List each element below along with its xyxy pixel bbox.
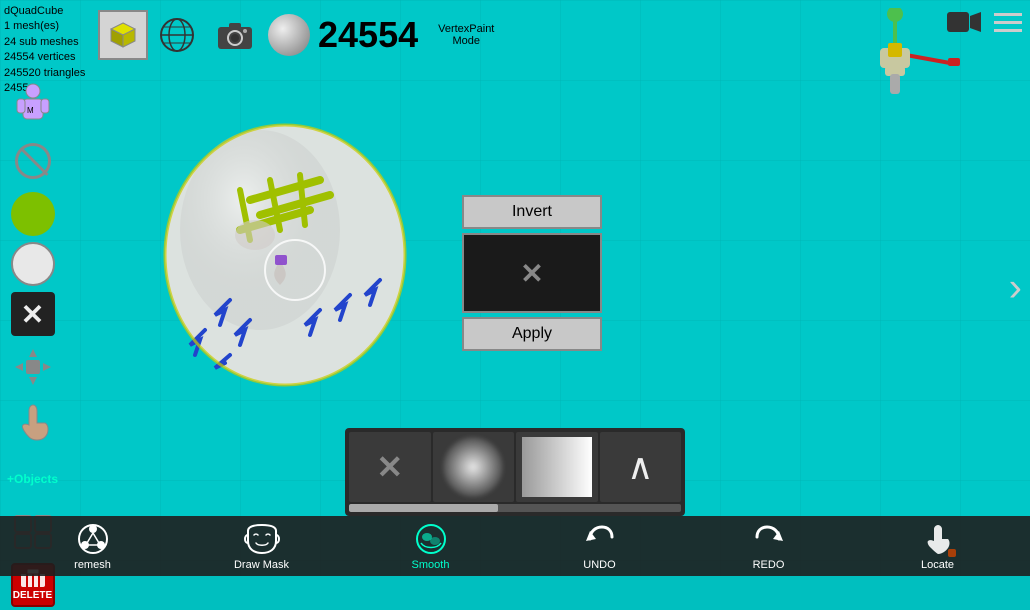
- chevron-up-icon: ∧: [627, 446, 653, 488]
- redo-label: REDO: [753, 559, 785, 571]
- plus-objects-button[interactable]: +Objects: [0, 454, 68, 504]
- gradient-brush-icon: [522, 437, 592, 497]
- redo-button[interactable]: REDO: [739, 521, 799, 571]
- gradient-brush-button[interactable]: [516, 432, 598, 502]
- globe-icon: [157, 15, 197, 55]
- smooth-tool-button[interactable]: Smooth: [401, 521, 461, 571]
- cube-icon-button[interactable]: [98, 10, 148, 60]
- palette-items-row: ✕ ∧: [349, 432, 681, 502]
- undo-icon: [582, 521, 618, 557]
- chevron-right-icon: ›: [1009, 266, 1022, 310]
- undo-button[interactable]: UNDO: [570, 521, 630, 571]
- vertex-count-display: 24554: [318, 14, 418, 56]
- top-right-toolbar: [946, 8, 1022, 36]
- 3d-object: [140, 100, 420, 380]
- x-mark-preview-icon: ✕: [520, 257, 543, 290]
- video-camera-icon: [946, 8, 982, 36]
- brush-palette: ✕ ∧: [345, 428, 685, 516]
- vertex-paint-label: VertexPaint: [438, 23, 494, 35]
- plus-objects-label: +Objects: [7, 472, 58, 486]
- hand-icon-button[interactable]: [8, 398, 58, 448]
- figure-icon-button[interactable]: M: [8, 80, 58, 130]
- palette-progress-bar: [349, 504, 681, 512]
- right-chevron-button[interactable]: ›: [1001, 258, 1030, 319]
- hand-icon: [15, 403, 51, 443]
- 3d-head-svg: [140, 100, 420, 390]
- invert-apply-popup: Invert ✕ Apply: [462, 195, 602, 351]
- draw-mask-tool-button[interactable]: Draw Mask: [232, 521, 292, 571]
- palette-progress-fill: [349, 504, 498, 512]
- hamburger-line: [994, 13, 1022, 16]
- video-camera-button[interactable]: [946, 8, 982, 36]
- chevron-brush-button[interactable]: ∧: [600, 432, 682, 502]
- draw-mask-label: Draw Mask: [234, 559, 289, 571]
- move-icon: [11, 345, 55, 389]
- no-icon-button[interactable]: [8, 136, 58, 186]
- remesh-tool-button[interactable]: remesh: [63, 521, 123, 571]
- locate-button[interactable]: Locate: [908, 521, 968, 571]
- sphere-preview: [268, 14, 310, 56]
- remesh-label: remesh: [74, 559, 111, 571]
- bottom-toolbar: remesh Draw Mask: [0, 516, 1030, 576]
- smooth-icon: [413, 521, 449, 557]
- undo-label: UNDO: [583, 559, 615, 571]
- cloud-brush-button[interactable]: [433, 432, 515, 502]
- x-brush-icon: ✕: [376, 448, 403, 486]
- draw-mask-icon: [244, 521, 280, 557]
- x-mark-icon: ✕: [21, 298, 44, 331]
- photo-camera-icon: [216, 19, 254, 51]
- locate-icon: [920, 521, 956, 557]
- green-dot-button[interactable]: [11, 192, 55, 236]
- cube-icon: [107, 19, 139, 51]
- locate-label: Locate: [921, 559, 954, 571]
- remesh-icon: [75, 521, 111, 557]
- globe-button[interactable]: [152, 10, 202, 60]
- cloud-brush-icon: [443, 437, 503, 497]
- invert-preview-box: ✕: [462, 233, 602, 313]
- redo-icon: [751, 521, 787, 557]
- invert-button[interactable]: Invert: [462, 195, 602, 229]
- hamburger-menu-button[interactable]: [994, 13, 1022, 32]
- hamburger-line: [994, 21, 1022, 24]
- photo-camera-button[interactable]: [210, 10, 260, 60]
- vertex-paint-mode: VertexPaint Mode: [438, 23, 494, 47]
- svg-text:M: M: [27, 106, 34, 115]
- delete-label: DELETE: [13, 590, 52, 601]
- x-brush-button[interactable]: ✕: [349, 432, 431, 502]
- smooth-label: Smooth: [412, 559, 450, 571]
- apply-button[interactable]: Apply: [462, 317, 602, 351]
- white-dot-button[interactable]: [11, 242, 55, 286]
- hamburger-line: [994, 29, 1022, 32]
- move-transform-button[interactable]: [8, 342, 58, 392]
- person-icon: M: [13, 83, 53, 127]
- mode-label: Mode: [452, 35, 480, 47]
- no-icon: [15, 143, 51, 179]
- black-x-button[interactable]: ✕: [11, 292, 55, 336]
- top-toolbar: 24554 VertexPaint Mode: [0, 0, 1030, 70]
